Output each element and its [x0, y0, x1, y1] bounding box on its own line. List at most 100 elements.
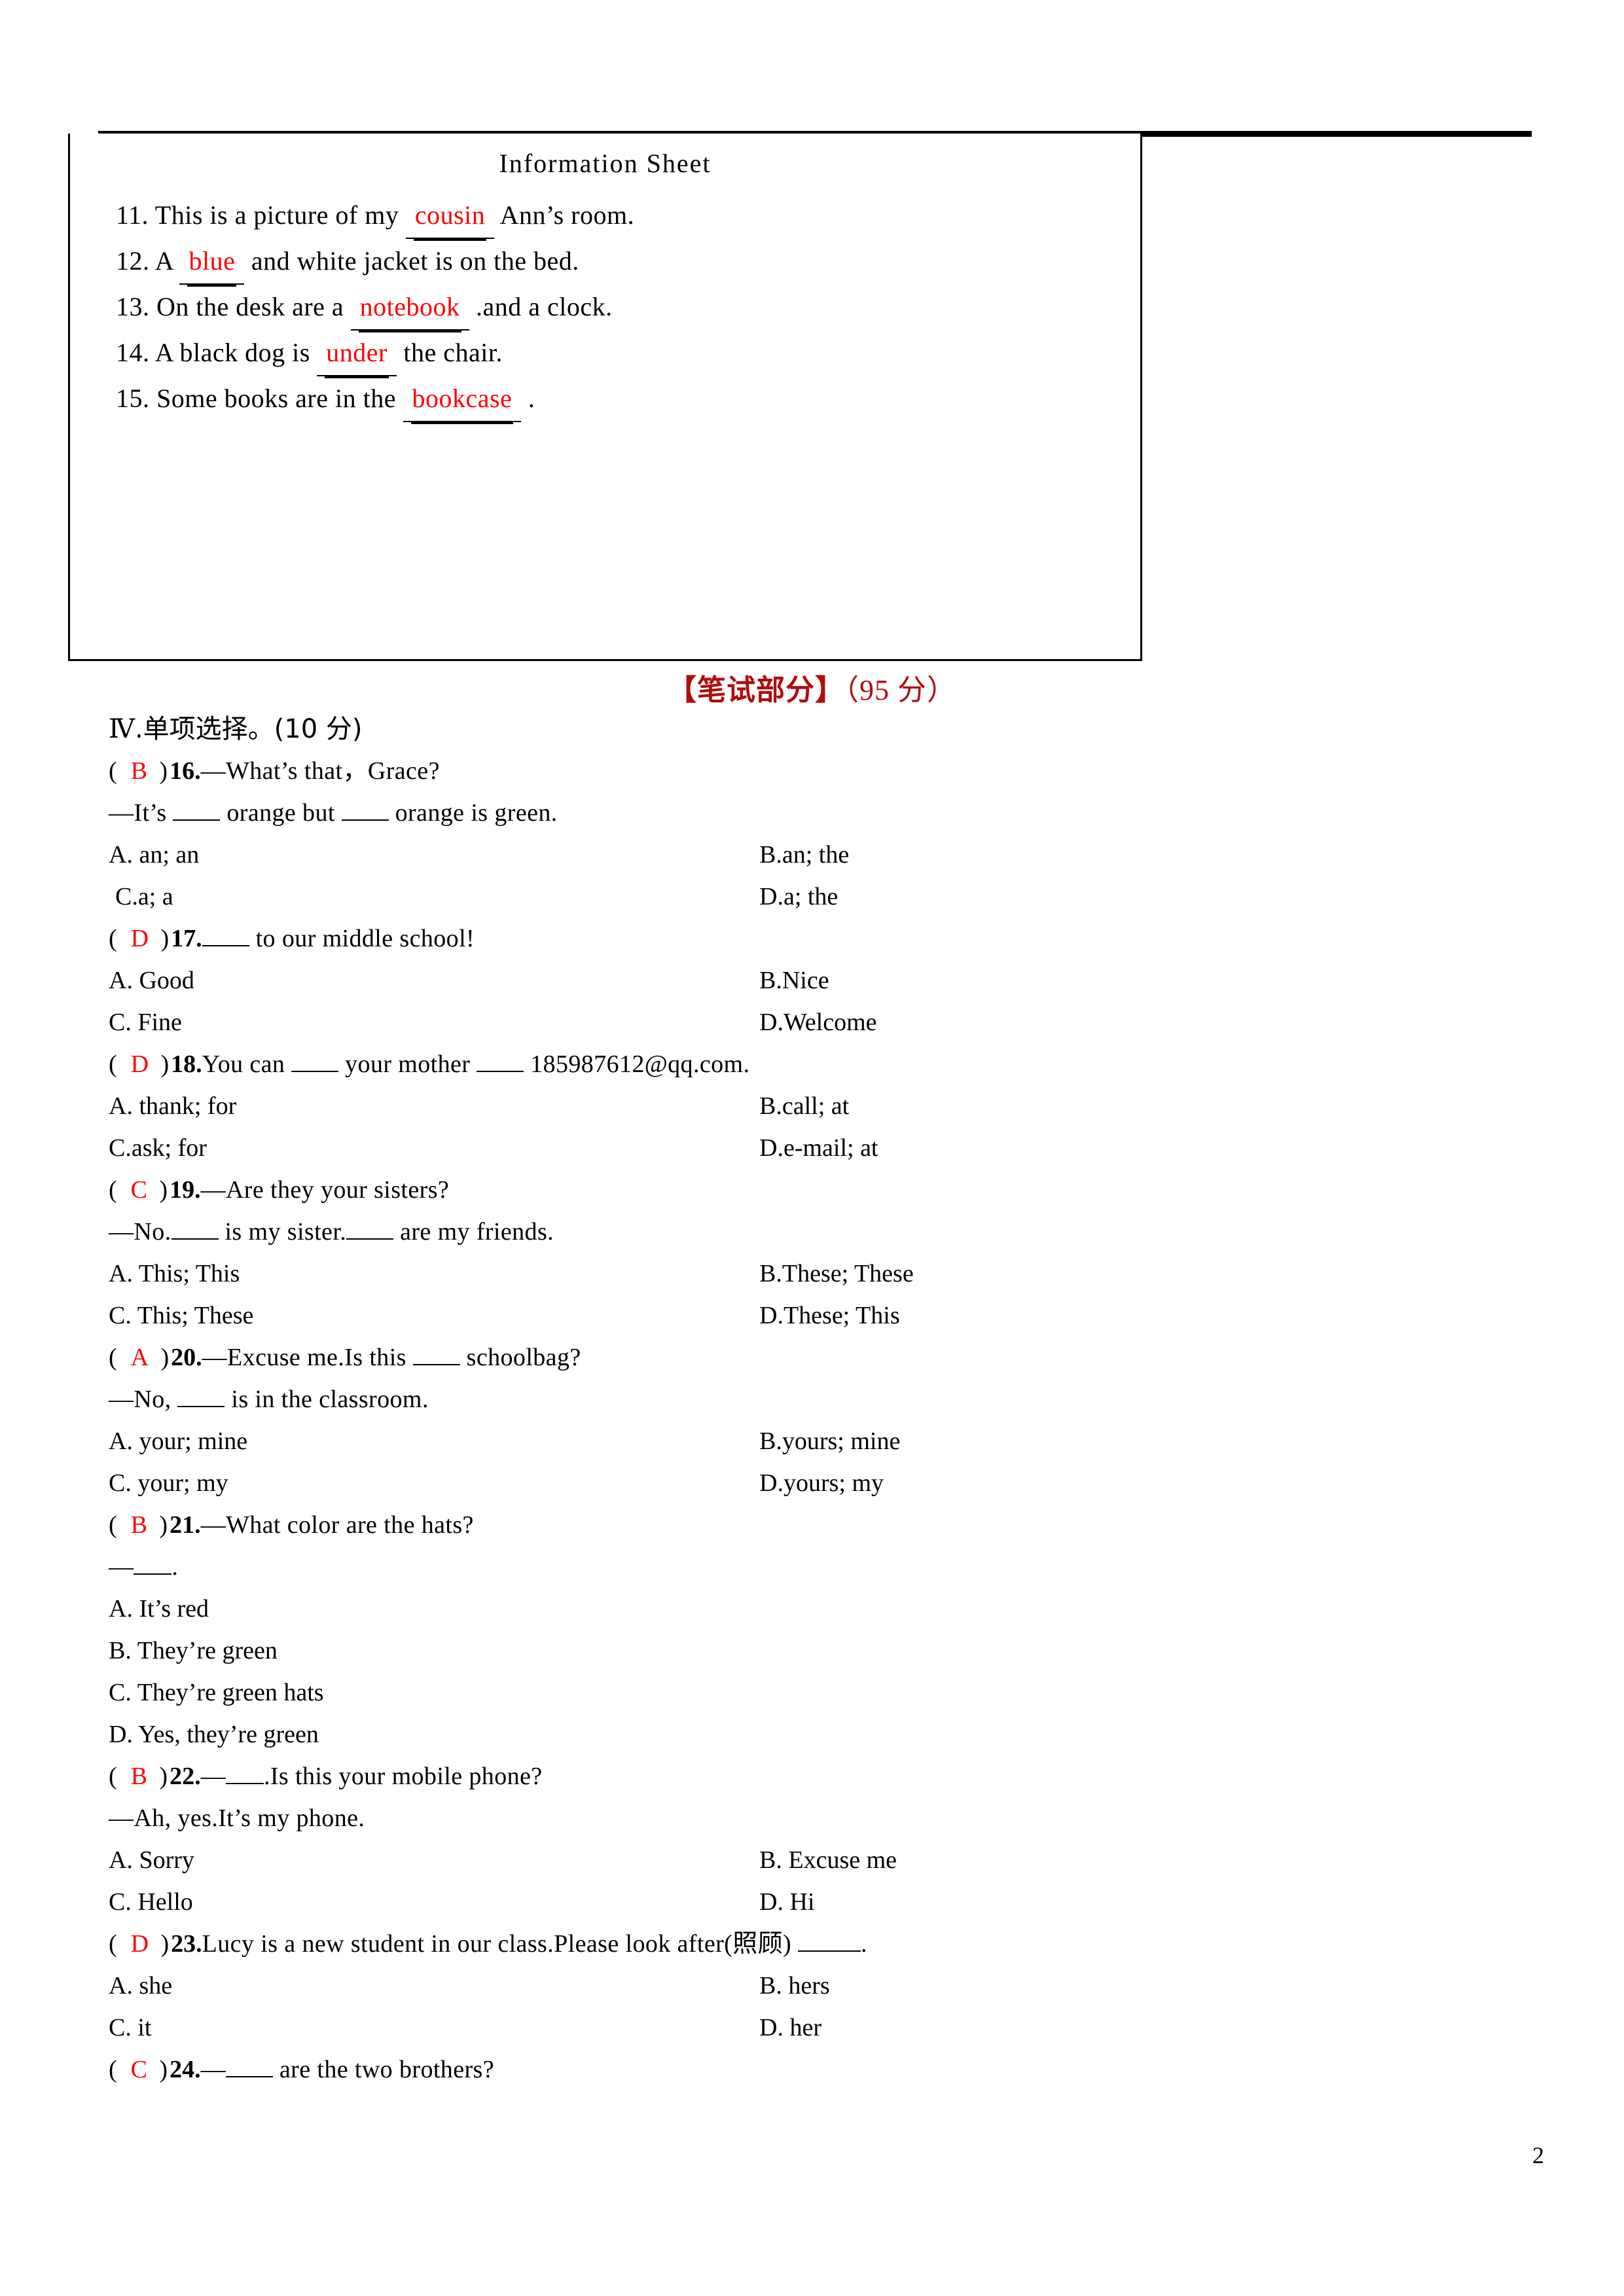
written-part-points: （95 分） — [844, 674, 956, 706]
option-text: an; an — [139, 841, 200, 869]
option-a-23[interactable]: A. she — [109, 1965, 172, 2007]
question-text: .Is this your mobile phone? — [263, 1763, 543, 1790]
question-number: 24. — [170, 2056, 201, 2083]
option-a-16[interactable]: A. an; an — [109, 834, 199, 876]
option-text: Hi — [789, 1888, 815, 1916]
fill-blank — [341, 819, 389, 821]
option-row: A. thank; for B.call; at — [109, 1085, 1549, 1127]
option-c-23[interactable]: C. it — [109, 2007, 151, 2049]
option-c-21[interactable]: C. They’re green hats — [109, 1672, 1549, 1713]
answer-bracket: ( — [109, 1511, 119, 1539]
option-label: A. — [109, 1260, 133, 1287]
option-label: B. — [759, 967, 782, 994]
option-c-19[interactable]: C. This; These — [109, 1295, 253, 1336]
option-b-18[interactable]: B.call; at — [759, 1085, 849, 1127]
question-stem-18: (D)18.You can your mother 185987612@qq.c… — [109, 1043, 1549, 1085]
filled-answer: under — [317, 331, 397, 378]
option-text: Nice — [782, 967, 829, 994]
option-c-20[interactable]: C. your; my — [109, 1462, 228, 1504]
option-row: A. an; an B.an; the — [109, 834, 1549, 876]
part-title-text: .单项选择。(10 分) — [134, 714, 363, 744]
answer-bracket: ( — [109, 925, 119, 952]
option-label: A. — [109, 1092, 133, 1120]
option-c-22[interactable]: C. Hello — [109, 1881, 193, 1923]
option-c-17[interactable]: C. Fine — [109, 1001, 182, 1043]
option-a-18[interactable]: A. thank; for — [109, 1085, 236, 1127]
option-b-21[interactable]: B. They’re green — [109, 1630, 1549, 1672]
option-label: C. — [109, 1469, 132, 1497]
option-a-19[interactable]: A. This; This — [109, 1253, 240, 1295]
question-text: schoolbag? — [466, 1344, 581, 1371]
option-c-18[interactable]: C.ask; for — [109, 1127, 207, 1169]
item-text-after: and white jacket is on the bed. — [251, 246, 579, 276]
item-text-before: A black dog is — [154, 338, 310, 367]
fill-blank — [291, 1071, 339, 1072]
option-label: D. — [759, 1469, 784, 1497]
part-roman-numeral: Ⅳ — [109, 714, 135, 744]
option-text: thank; for — [139, 1092, 237, 1120]
question-text: orange is green. — [395, 799, 558, 827]
option-text: This; These — [137, 1302, 254, 1329]
option-text: ask; for — [131, 1134, 207, 1162]
list-item: 14. A black dog is under the chair. — [70, 331, 1140, 378]
option-label: C. — [109, 1134, 132, 1162]
answer-bracket: ( — [109, 2056, 119, 2083]
question-number: 20. — [171, 1344, 202, 1371]
option-b-16[interactable]: B.an; the — [759, 834, 849, 876]
option-text: yours; mine — [782, 1427, 901, 1455]
option-row: C. your; my D.yours; my — [109, 1462, 1549, 1504]
item-number: 11. — [116, 200, 149, 230]
option-b-23[interactable]: B. hers — [759, 1965, 830, 2007]
question-stem-17: (D)17. to our middle school! — [109, 918, 1549, 960]
option-d-20[interactable]: D.yours; my — [759, 1462, 884, 1504]
fill-blank — [225, 2076, 273, 2077]
option-d-22[interactable]: D. Hi — [759, 1881, 814, 1923]
question-text: —What color are the hats? — [200, 1511, 474, 1539]
option-b-20[interactable]: B.yours; mine — [759, 1420, 900, 1462]
question-number: 22. — [170, 1763, 201, 1790]
item-text-after: Ann’s room. — [499, 200, 635, 230]
option-d-23[interactable]: D. her — [759, 2007, 821, 2049]
option-a-22[interactable]: A. Sorry — [109, 1839, 194, 1881]
question-number: 21. — [170, 1511, 201, 1539]
option-d-16[interactable]: D.a; the — [759, 876, 838, 918]
answer-bracket: ) — [159, 1511, 170, 1539]
option-row: A. she B. hers — [109, 1965, 1549, 2007]
option-row: C. it D. her — [109, 2007, 1549, 2049]
option-text: Sorry — [139, 1846, 194, 1874]
option-b-17[interactable]: B.Nice — [759, 960, 829, 1001]
option-label: B. — [759, 1260, 782, 1287]
option-a-17[interactable]: A. Good — [109, 960, 194, 1001]
question-text: —Are they your sisters? — [200, 1176, 450, 1204]
option-label: D. — [759, 883, 784, 910]
filled-answer: cousin — [405, 193, 495, 241]
question-stem-19-line2: —No. is my sister. are my friends. — [109, 1211, 1549, 1253]
option-row: C.ask; for D.e-mail; at — [109, 1127, 1549, 1169]
option-a-20[interactable]: A. your; mine — [109, 1420, 247, 1462]
option-text: Good — [139, 967, 194, 994]
option-label: B. — [759, 1427, 782, 1455]
item-number: 13. — [116, 292, 150, 321]
option-a-21[interactable]: A. It’s red — [109, 1588, 1549, 1630]
option-label: C. — [109, 2014, 132, 2041]
option-b-22[interactable]: B. Excuse me — [759, 1839, 897, 1881]
fill-blank — [477, 1071, 524, 1072]
option-d-17[interactable]: D.Welcome — [759, 1001, 877, 1043]
question-number: 17. — [171, 925, 202, 952]
option-b-19[interactable]: B.These; These — [759, 1253, 914, 1295]
item-text-after: .and a clock. — [476, 292, 613, 321]
option-d-19[interactable]: D.These; This — [759, 1295, 900, 1336]
filled-answer: bookcase — [403, 376, 522, 424]
information-sheet-title: Information Sheet — [499, 149, 712, 178]
item-text-before: A — [154, 246, 173, 276]
option-d-21[interactable]: D. Yes, they’re green — [109, 1713, 1549, 1755]
answer-bracket: ( — [109, 1344, 119, 1371]
information-sheet-list: 11. This is a picture of my cousin Ann’s… — [70, 193, 1140, 424]
fill-blank — [177, 1406, 225, 1407]
option-d-18[interactable]: D.e-mail; at — [759, 1127, 878, 1169]
option-c-16[interactable]: C.a; a — [115, 876, 173, 918]
filled-answer: notebook — [350, 285, 469, 332]
question-text: —No, — [109, 1386, 171, 1413]
option-text: she — [139, 1972, 173, 2000]
list-item: 12. A blue and white jacket is on the be… — [70, 239, 1140, 287]
